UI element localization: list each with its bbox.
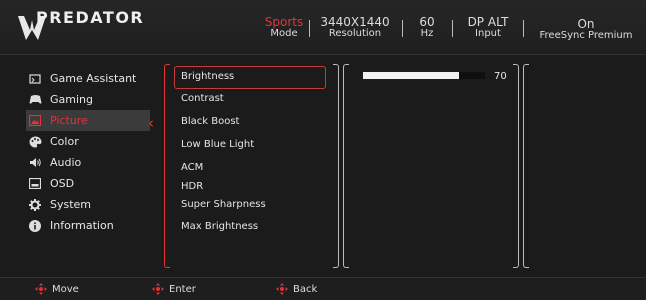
osd-icon [28,177,42,191]
menu-item-system[interactable]: System [28,194,154,215]
osd-footer: Move Enter Back [0,277,646,300]
extra-bracket-left [523,64,529,268]
freesync-value: On [577,17,595,31]
footer-move-hint: Move [35,283,79,295]
menu-item-information[interactable]: Information [28,215,154,236]
input-value: DP ALT [467,15,509,29]
value-bracket-right [513,64,519,268]
submenu-bracket-right [333,64,339,268]
resolution-value: 3440X1440 [320,15,390,29]
input-stat: DP ALT Input [460,15,516,39]
osd-header: PREDATOR Sports Mode 3440X1440 Resolutio… [0,0,646,55]
menu-item-label: Gaming [50,93,93,106]
menu-item-label: Picture [50,114,88,127]
footer-back-hint: Back [276,283,317,295]
mode-label: Mode [270,28,298,39]
menu-item-label: OSD [50,177,75,190]
dpad-icon [152,283,164,295]
resolution-label: Resolution [328,28,382,39]
menu-item-picture[interactable]: Picture [26,110,150,131]
input-label: Input [475,28,501,39]
monitor-osd: PREDATOR Sports Mode 3440X1440 Resolutio… [0,0,646,300]
header-divider [309,20,310,37]
menu-item-label: Game Assistant [50,72,137,85]
mode-stat: Sports Mode [262,15,306,39]
value-bracket-left [343,64,349,268]
brightness-slider[interactable] [363,72,485,79]
chevron-left-icon: ‹ [148,114,154,132]
menu-item-label: Audio [50,156,82,169]
gear-icon [28,198,42,212]
refresh-rate-stat: 60 Hz [412,15,442,39]
submenu-item-contrast[interactable]: Contrast [181,93,224,104]
menu-item-game-assistant[interactable]: Game Assistant [28,68,154,89]
footer-label: Move [52,283,79,295]
footer-label: Back [293,283,318,295]
brand-name: PREDATOR [36,8,145,27]
submenu-item-brightness[interactable]: Brightness [181,71,234,82]
dpad-icon [276,283,288,295]
menu-item-gaming[interactable]: Gaming [28,89,154,110]
dpad-icon [35,283,47,295]
menu-item-label: Color [50,135,79,148]
menu-item-label: System [50,198,92,211]
palette-icon [28,135,42,149]
refresh-rate-value: 60 [419,15,435,29]
main-menu: Game Assistant Gaming Picture Color Audi… [26,68,154,236]
submenu-item-low-blue-light[interactable]: Low Blue Light [181,139,254,150]
speaker-icon [28,156,42,170]
freesync-stat: On FreeSync Premium [530,17,642,41]
submenu-item-hdr[interactable]: HDR [181,181,203,192]
menu-item-osd[interactable]: OSD [28,173,154,194]
menu-item-color[interactable]: Color [28,131,154,152]
header-divider [523,20,524,37]
header-divider [452,20,453,37]
refresh-rate-label: Hz [420,28,434,39]
picture-icon [28,114,42,128]
brightness-value: 70 [494,71,507,82]
freesync-label: FreeSync Premium [539,30,633,41]
gamepad-icon [28,93,42,107]
submenu-item-max-brightness[interactable]: Max Brightness [181,221,258,232]
submenu-item-super-sharpness[interactable]: Super Sharpness [181,199,266,210]
mode-value: Sports [264,15,304,29]
game-assistant-icon [28,72,42,86]
menu-item-audio[interactable]: Audio [28,152,154,173]
footer-enter-hint: Enter [152,283,196,295]
submenu-bracket-left [164,64,170,268]
menu-item-label: Information [50,219,114,232]
info-icon [28,219,42,233]
footer-label: Enter [169,283,196,295]
header-divider [402,20,403,37]
brightness-slider-fill [363,72,460,79]
submenu-item-acm[interactable]: ACM [181,162,203,173]
resolution-stat: 3440X1440 Resolution [316,15,394,39]
submenu-item-black-boost[interactable]: Black Boost [181,116,239,127]
